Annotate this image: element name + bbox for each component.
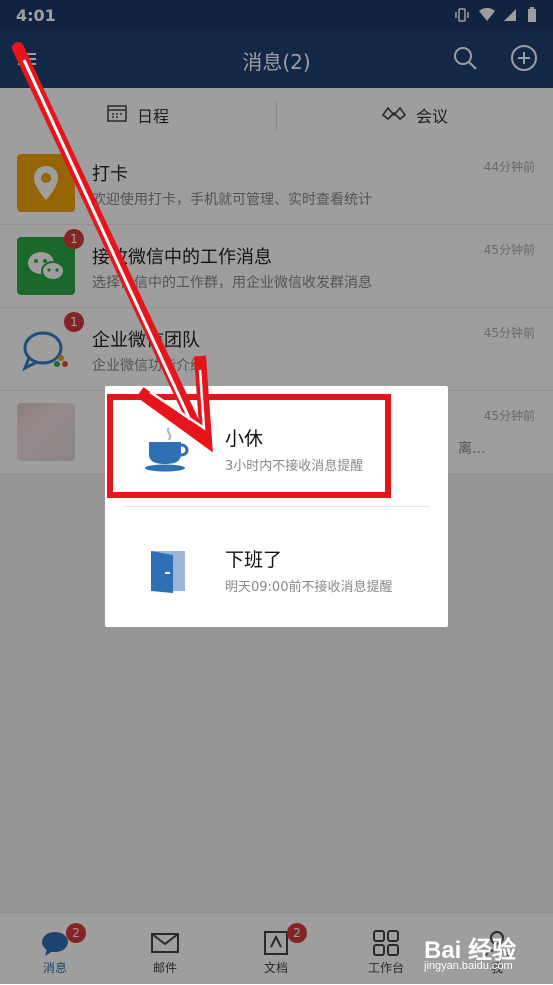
door-icon <box>143 545 193 595</box>
watermark-url: jingyan.baidu.com <box>424 960 513 972</box>
option-off-work[interactable]: 下班了 明天09:00前不接收消息提醒 <box>105 507 448 627</box>
option-subtitle: 明天09:00前不接收消息提醒 <box>225 580 393 595</box>
option-title: 下班了 <box>225 549 283 571</box>
highlight-box <box>107 394 391 498</box>
